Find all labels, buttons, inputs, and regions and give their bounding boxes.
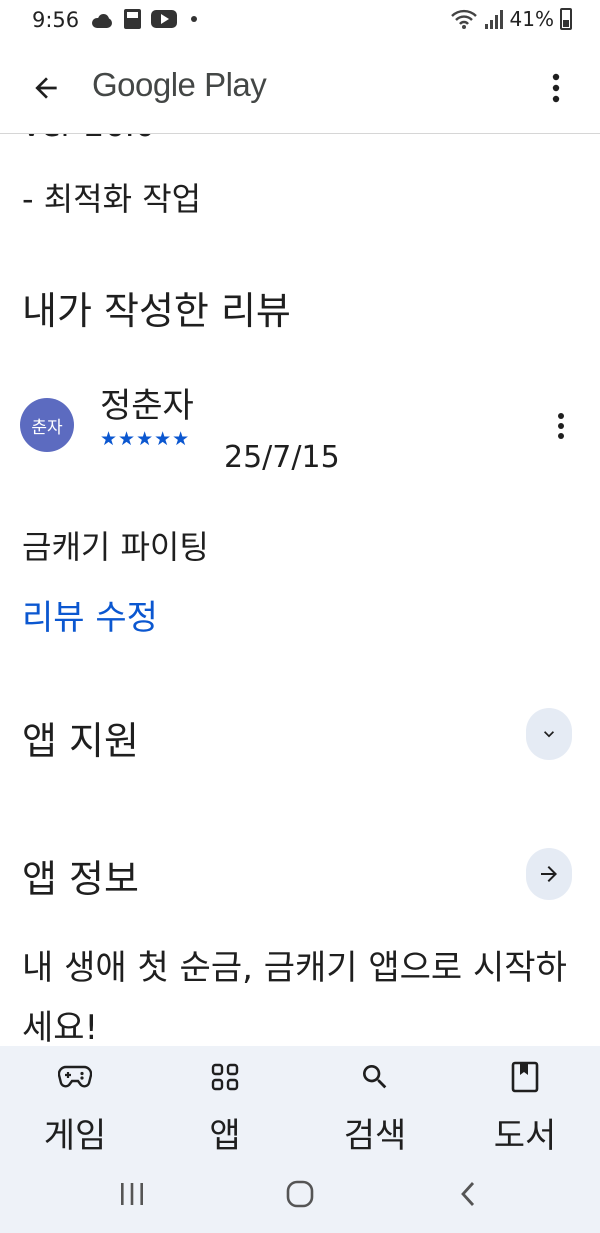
review-text: 금캐기 파이팅 [22, 528, 209, 566]
avatar-text: 춘자 [31, 417, 63, 438]
nav-item-apps[interactable]: 앱 [150, 1046, 300, 1160]
cloud-icon [90, 14, 114, 28]
nav-item-games[interactable]: 게임 [0, 1046, 150, 1160]
app-title: Google Play [92, 66, 267, 103]
nav-label-search: 검색 [343, 1116, 407, 1156]
notification-icons [90, 9, 197, 29]
arrow-back-icon [35, 77, 57, 99]
chevron-down-icon [544, 731, 554, 738]
app-bar: Google Play [0, 42, 600, 134]
app-info-title[interactable]: 앱 정보 [22, 848, 139, 903]
my-review-title: 내가 작성한 리뷰 [22, 289, 291, 333]
details-content[interactable]: ver 26.0 - 최적화 작업 내가 작성한 리뷰 춘자 정춘자 ★★★★★… [0, 134, 600, 1046]
battery-icon [560, 8, 572, 30]
signal-icon [484, 10, 503, 29]
nav-label-apps: 앱 [209, 1116, 241, 1156]
nav-item-books[interactable]: 도서 [450, 1046, 600, 1160]
edit-review-link[interactable]: 리뷰 수정 [22, 590, 158, 639]
search-icon [358, 1060, 392, 1094]
system-status-icons: 41% [450, 7, 572, 31]
nav-label-games: 게임 [43, 1116, 107, 1156]
youtube-icon [151, 10, 177, 28]
more-options-button[interactable] [536, 66, 576, 110]
avatar: 춘자 [20, 398, 74, 452]
app-support-expand-button[interactable] [526, 708, 572, 760]
system-navigation-bar [0, 1160, 600, 1233]
app-support-title[interactable]: 앱 지원 [22, 710, 139, 765]
version-text: ver 26.0 [22, 134, 155, 144]
more-vert-icon [558, 413, 564, 439]
bottom-navigation: 게임 앱 검색 도서 [0, 1046, 600, 1160]
app-description: 내 생애 첫 순금, 금캐기 앱으로 시작하세요! [22, 948, 567, 1046]
chevron-left-icon [461, 1182, 475, 1206]
home-button[interactable] [270, 1174, 330, 1214]
home-icon [286, 1180, 314, 1208]
review-more-button[interactable] [546, 408, 576, 444]
arrow-forward-icon [541, 866, 557, 882]
reviewer-name: 정춘자 [100, 386, 194, 426]
book-icon [508, 1060, 542, 1094]
apps-grid-icon [208, 1060, 242, 1094]
app-info-button[interactable] [526, 848, 572, 900]
wifi-icon [450, 9, 477, 29]
update-note: - 최적화 작업 [22, 180, 202, 218]
nav-label-books: 도서 [493, 1116, 557, 1156]
more-vert-icon [552, 73, 560, 103]
gamepad-icon [58, 1060, 92, 1094]
battery-percent: 41% [509, 7, 554, 31]
dot-icon [191, 16, 197, 22]
recent-apps-button[interactable] [102, 1174, 162, 1214]
nav-item-search[interactable]: 검색 [300, 1046, 450, 1160]
system-back-button[interactable] [438, 1174, 498, 1214]
review-date: 25/7/15 [224, 440, 340, 475]
status-time: 9:56 [32, 8, 80, 32]
recent-apps-icon [121, 1183, 143, 1205]
sd-card-icon [124, 9, 141, 29]
star-rating: ★★★★★ [100, 428, 191, 450]
back-button[interactable] [22, 64, 70, 112]
status-bar: 9:56 41% [0, 0, 600, 42]
